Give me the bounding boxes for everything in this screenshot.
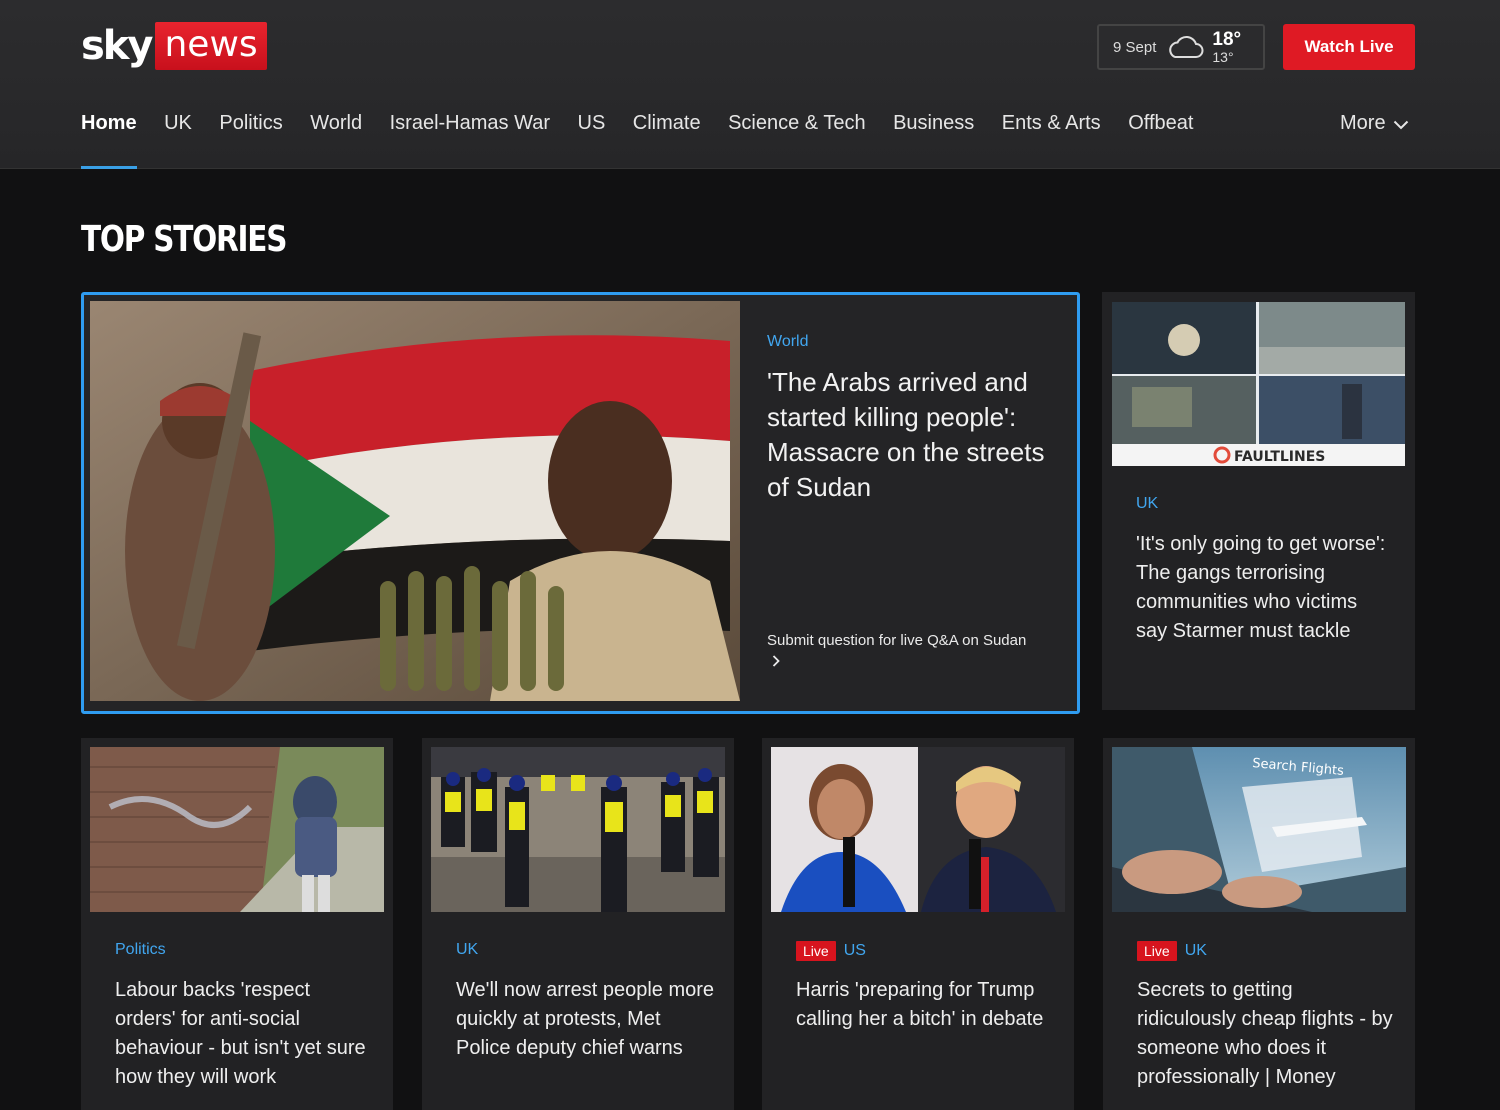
story-thumbnail: [431, 747, 725, 912]
nav-item-uk[interactable]: UK: [164, 112, 192, 169]
story-body: We'll now arrest people more quickly at …: [456, 976, 716, 1063]
nav-item-business[interactable]: Business: [893, 112, 974, 169]
story-meta: Live UK: [1137, 941, 1207, 961]
story-body: Harris 'preparing for Trump calling her …: [796, 976, 1056, 1034]
logo-news-text: news: [155, 22, 267, 70]
story-category[interactable]: Politics: [115, 941, 166, 959]
nav-item-home[interactable]: Home: [81, 112, 137, 169]
story-category[interactable]: UK: [456, 941, 478, 959]
nav-item-offbeat[interactable]: Offbeat: [1128, 112, 1193, 169]
temp-high: 18°: [1212, 29, 1242, 50]
hero-sub-link[interactable]: Submit question for live Q&A on Sudan: [767, 630, 1027, 672]
story-headline[interactable]: Labour backs 'respect orders' for anti-s…: [115, 976, 375, 1092]
nav-item-world[interactable]: World: [310, 112, 362, 169]
nav-item-climate[interactable]: Climate: [633, 112, 701, 169]
site-header: sky news 9 Sept 18° 13° Watch Live Home …: [0, 0, 1500, 169]
hero-category[interactable]: World: [767, 333, 1047, 351]
story-card[interactable]: Politics Labour backs 'respect orders' f…: [81, 738, 393, 1110]
story-card[interactable]: UK We'll now arrest people more quickly …: [422, 738, 734, 1110]
story-headline[interactable]: Harris 'preparing for Trump calling her …: [796, 976, 1056, 1034]
chevron-right-icon: [772, 655, 780, 667]
hero-story-image: [90, 301, 740, 701]
weather-widget[interactable]: 9 Sept 18° 13°: [1097, 24, 1265, 70]
nav-item-us[interactable]: US: [578, 112, 606, 169]
sky-news-logo[interactable]: sky news: [81, 22, 267, 70]
weather-date: 9 Sept: [1113, 38, 1157, 56]
story-category[interactable]: US: [844, 942, 866, 960]
side-story-card[interactable]: FAULTLINES UK 'It's only going to get wo…: [1102, 292, 1415, 710]
story-meta: Politics: [115, 941, 166, 959]
live-badge: Live: [796, 941, 836, 961]
story-card[interactable]: Live US Harris 'preparing for Trump call…: [762, 738, 1074, 1110]
story-thumbnail: Search Flights: [1112, 747, 1406, 912]
story-thumbnail: [771, 747, 1065, 912]
story-headline[interactable]: Secrets to getting ridiculously cheap fl…: [1137, 976, 1397, 1092]
cloud-icon: [1169, 35, 1204, 58]
nav-item-politics[interactable]: Politics: [219, 112, 282, 169]
story-meta: Live US: [796, 941, 866, 961]
story-body: Secrets to getting ridiculously cheap fl…: [1137, 976, 1397, 1092]
hero-text: World 'The Arabs arrived and started kil…: [767, 333, 1047, 505]
chevron-down-icon: [1393, 120, 1408, 130]
story-thumbnail: [90, 747, 384, 912]
side-story-text: UK 'It's only going to get worse': The g…: [1136, 495, 1386, 646]
nav-more-label: More: [1340, 112, 1386, 134]
temp-low: 13°: [1212, 49, 1234, 65]
faultlines-brand: FAULTLINES: [1234, 449, 1325, 465]
story-card[interactable]: Search Flights Live UK Secrets to gettin…: [1103, 738, 1415, 1110]
story-category[interactable]: UK: [1185, 942, 1207, 960]
nav-item-science-tech[interactable]: Science & Tech: [728, 112, 866, 169]
hero-headline[interactable]: 'The Arabs arrived and started killing p…: [767, 365, 1047, 505]
story-body: Labour backs 'respect orders' for anti-s…: [115, 976, 375, 1092]
nav-item-ents-arts[interactable]: Ents & Arts: [1002, 112, 1101, 169]
side-story-category[interactable]: UK: [1136, 495, 1386, 513]
logo-sky-text: sky: [81, 23, 153, 69]
main-nav: Home UK Politics World Israel-Hamas War …: [81, 112, 1221, 169]
watch-live-button[interactable]: Watch Live: [1283, 24, 1415, 70]
side-story-image: FAULTLINES: [1112, 302, 1405, 466]
side-story-headline[interactable]: 'It's only going to get worse': The gang…: [1136, 530, 1386, 646]
story-meta: UK: [456, 941, 478, 959]
section-title: TOP STORIES: [81, 219, 287, 260]
story-headline[interactable]: We'll now arrest people more quickly at …: [456, 976, 716, 1063]
live-badge: Live: [1137, 941, 1177, 961]
hero-story-card[interactable]: World 'The Arabs arrived and started kil…: [81, 292, 1080, 714]
hero-sub-link-text: Submit question for live Q&A on Sudan: [767, 632, 1027, 649]
weather-temps: 18° 13°: [1212, 30, 1241, 64]
nav-item-israel-hamas-war[interactable]: Israel-Hamas War: [390, 112, 550, 169]
nav-more-button[interactable]: More: [1340, 112, 1409, 135]
